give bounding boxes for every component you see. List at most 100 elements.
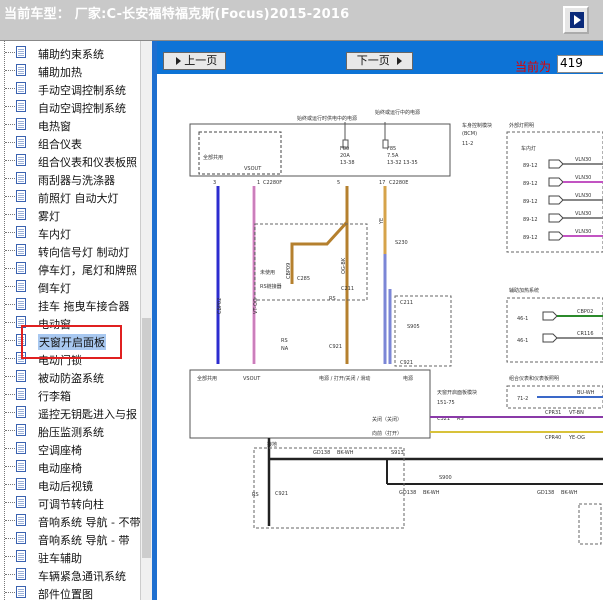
sidebar-item[interactable]: 前照灯 自动大灯 — [0, 188, 140, 206]
gd138-c: GD138 — [537, 490, 554, 496]
rs-link: RS链接器 — [260, 283, 282, 290]
current-page-input[interactable]: 419 — [557, 55, 603, 73]
bkwh-b: BK-WH — [423, 490, 440, 496]
tree-connector — [5, 160, 15, 161]
sidebar-item[interactable]: 辅助约束系统 — [0, 44, 140, 62]
sidebar-item-label: 组合仪表和仪表板照 — [38, 156, 137, 169]
document-icon — [16, 406, 26, 418]
sidebar-item[interactable]: 音响系统 导航 - 不带 — [0, 512, 140, 530]
sidebar-item[interactable]: 停车灯，尾灯和牌照 — [0, 260, 140, 278]
lamp-row-4: 89-12 VLN30 — [523, 211, 603, 223]
sidebar-item[interactable]: 电动后视镜 — [0, 476, 140, 494]
document-icon — [16, 496, 26, 508]
window-titlebar: 当前车型： 厂家:C-长安福特福克斯(Focus)2015-2016 — [0, 0, 603, 41]
c921-b: C921 — [400, 360, 413, 366]
lamp-ref-1: 89-12 — [523, 163, 538, 169]
document-icon — [16, 370, 26, 382]
sidebar-item-label: 辅助加热 — [38, 66, 82, 79]
document-icon — [16, 280, 26, 292]
document-icon — [16, 190, 26, 202]
panel-label: 天窗开启面板模块 — [437, 389, 477, 396]
sidebar-item[interactable]: 空调座椅 — [0, 440, 140, 458]
c211-b: C211 — [400, 300, 413, 306]
pin-1: 1 — [257, 180, 260, 186]
sidebar-item[interactable]: 雾灯 — [0, 206, 140, 224]
c2280e: C2280E — [389, 180, 408, 186]
sidebar-item-label: 电热窗 — [38, 120, 71, 133]
sidebar-item-label: 遥控无钥匙进入与报 — [38, 408, 137, 421]
aux-wire-2: CR116 — [577, 331, 594, 337]
unused: 未使用 — [260, 269, 275, 276]
document-icon — [16, 136, 26, 148]
diagram-pane: 上一页 下一页 当前为 419 始终或运行时供电中的电源 始终或运行中的电源 车… — [157, 41, 603, 600]
tree-connector — [5, 214, 15, 215]
sidebar-item[interactable]: 遥控无钥匙进入与报 — [0, 404, 140, 422]
document-icon — [16, 46, 26, 58]
sidebar-item[interactable]: 车辆紧急通讯系统 — [0, 566, 140, 584]
document-icon — [16, 586, 26, 598]
lamp-ref-2: 89-12 — [523, 181, 538, 187]
sidebar-item[interactable]: 自动空调控制系统 — [0, 98, 140, 116]
sidebar-item-label: 可调节转向柱 — [38, 498, 104, 511]
document-icon — [16, 442, 26, 454]
module-power: 电源 — [403, 375, 413, 382]
sidebar-item-label: 驻车辅助 — [38, 552, 82, 565]
cpr40: CPR40 — [545, 435, 561, 441]
tree-connector — [5, 106, 15, 107]
car-lamp: 车内灯 — [521, 145, 536, 152]
sidebar-item[interactable]: 电动座椅 — [0, 458, 140, 476]
sidebar-item-label: 转向信号灯 制动灯 — [38, 246, 130, 259]
s230: S230 — [395, 240, 408, 246]
sidebar-item[interactable]: 行李箱 — [0, 386, 140, 404]
sidebar-item[interactable]: 组合仪表和仪表板照 — [0, 152, 140, 170]
sidebar-item-label: 音响系统 导航 - 带 — [38, 534, 130, 547]
wire-label-d: OG-BK — [341, 257, 347, 274]
tree-connector — [5, 124, 15, 125]
sidebar-item[interactable]: 胎压监测系统 — [0, 422, 140, 440]
document-icon — [16, 478, 26, 490]
next-page-button[interactable]: 下一页 — [346, 52, 413, 70]
na: NA — [281, 346, 289, 352]
c211-a: C211 — [341, 286, 354, 292]
sidebar-item[interactable]: 被动防盗系统 — [0, 368, 140, 386]
sidebar-scrollbar[interactable] — [140, 41, 152, 600]
sidebar-item[interactable]: 组合仪表 — [0, 134, 140, 152]
tree-connector — [5, 448, 15, 449]
document-icon — [16, 568, 26, 580]
document-icon — [16, 154, 26, 166]
sidebar-item[interactable]: 可调节转向柱 — [0, 494, 140, 512]
bcm-label: 车身控制模块 — [462, 122, 492, 129]
wire-label-a: CBP02 — [217, 298, 223, 314]
sidebar-item[interactable]: 驻车辅助 — [0, 548, 140, 566]
sidebar-item[interactable]: 部件位置图 — [0, 584, 140, 600]
next-page-icon-button[interactable] — [563, 6, 589, 34]
tree-connector — [5, 430, 15, 431]
sidebar-item[interactable]: 车内灯 — [0, 224, 140, 242]
c921: C921 — [329, 344, 342, 350]
open-close: 电源 / 打开/关闭 / 滑动 — [319, 375, 370, 382]
prev-page-button[interactable]: 上一页 — [163, 52, 226, 70]
sidebar-item-label: 胎压监测系统 — [38, 426, 104, 439]
document-icon — [16, 226, 26, 238]
sidebar-item[interactable]: 音响系统 导航 - 带 — [0, 530, 140, 548]
vsout-label: VSOUT — [244, 166, 262, 172]
sidebar-item[interactable]: 辅助加热 — [0, 62, 140, 80]
tree-connector — [5, 196, 15, 197]
sidebar-item[interactable]: 手动空调控制系统 — [0, 80, 140, 98]
sidebar-item[interactable]: 挂车 拖曳车接合器 — [0, 296, 140, 314]
window-title: 当前车型： 厂家:C-长安福特福克斯(Focus)2015-2016 — [4, 7, 350, 22]
sidebar-item[interactable]: 倒车灯 — [0, 278, 140, 296]
sidebar-item-label: 倒车灯 — [38, 282, 71, 295]
open-pos: 向前（打开） — [372, 430, 402, 437]
scrollbar-thumb[interactable] — [142, 318, 151, 558]
aux-ref-2: 46-1 — [517, 338, 528, 344]
aux-row-1: 46-1 CBP02 — [517, 309, 603, 322]
sidebar-item[interactable]: 电热窗 — [0, 116, 140, 134]
sidebar-item[interactable]: 雨刮器与洗涤器 — [0, 170, 140, 188]
s905: S905 — [407, 324, 420, 330]
wire-label-f: YE — [379, 218, 385, 225]
sidebar-item[interactable]: 转向信号灯 制动灯 — [0, 242, 140, 260]
sidebar-item-label: 辅助约束系统 — [38, 48, 104, 61]
rs-d: RS — [252, 492, 259, 498]
ext-lamp: 外部灯照明 — [509, 122, 534, 129]
